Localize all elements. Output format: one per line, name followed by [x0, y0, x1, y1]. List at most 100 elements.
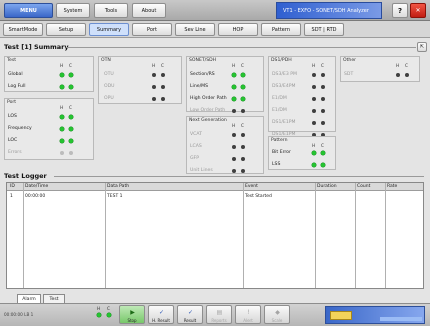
menu-button[interactable]: MENU — [4, 3, 53, 18]
col-header-c: C — [321, 63, 324, 68]
current-led — [321, 162, 325, 167]
col-header-h: H — [312, 63, 316, 68]
row-label: LCAS — [190, 144, 202, 149]
group-title-other: Other — [343, 58, 357, 63]
history-led — [232, 108, 236, 113]
row-label: E1/DM — [272, 108, 287, 113]
history-led — [60, 150, 64, 155]
logger-col-date-time[interactable]: Date/Time — [25, 184, 48, 189]
logger-col-separator — [385, 183, 386, 288]
row-label: DS3/E4PM — [272, 84, 296, 89]
row-label: Unit Lines — [190, 168, 213, 173]
expand-summary-button[interactable]: ⇱ — [417, 42, 427, 52]
logger-cell: TEST 1 — [107, 194, 123, 199]
group-title-port: Port — [7, 100, 17, 105]
logger-col-count[interactable]: Count — [357, 184, 370, 189]
logger-col-id[interactable]: ID — [10, 184, 15, 189]
tab-pattern[interactable]: Pattern — [261, 23, 301, 36]
status-button-label: Stop — [127, 318, 137, 323]
current-led — [241, 108, 245, 113]
tab-summary[interactable]: Summary — [89, 23, 129, 36]
current-led — [405, 72, 409, 77]
group-title-pattern: Pattern — [271, 138, 288, 143]
tab-hop[interactable]: HOP — [218, 23, 258, 36]
current-led — [321, 84, 325, 89]
row-label: Errors — [8, 150, 22, 155]
current-led — [241, 72, 245, 77]
col-header-c: C — [241, 63, 244, 68]
row-label: LOC — [8, 138, 18, 143]
current-led — [321, 108, 325, 113]
col-header-c: C — [69, 63, 72, 68]
result-button[interactable]: ✓ Result — [177, 305, 203, 324]
current-led — [69, 138, 73, 143]
row-label: Frequency — [8, 126, 32, 131]
status-meter — [380, 317, 422, 321]
status-button-label: Reports — [211, 318, 227, 323]
history-led — [312, 72, 316, 77]
col-header-h: H — [232, 123, 236, 128]
stop-button[interactable]: ▶ Stop — [119, 305, 145, 324]
tab-test[interactable]: Test — [43, 294, 65, 303]
current-led — [241, 132, 245, 137]
tab-sev-line[interactable]: Sev Line — [175, 23, 215, 36]
help-button[interactable]: ? — [392, 3, 408, 18]
system-button[interactable]: System — [56, 3, 90, 18]
row-label: OTU — [104, 72, 114, 77]
row-label: Section/RS — [190, 72, 215, 77]
col-header-h: H — [312, 143, 316, 148]
close-button[interactable]: ✕ — [410, 3, 426, 18]
alert-button[interactable]: ! Alert — [235, 305, 261, 324]
current-led — [161, 96, 165, 101]
current-led — [69, 114, 73, 119]
logger-col-event[interactable]: Event — [245, 184, 258, 189]
row-label: E1/DM — [272, 96, 287, 101]
col-header-h: H — [152, 63, 156, 68]
status-button-label: H. Result — [152, 318, 170, 323]
group-title-nextgen: Next Generation — [189, 118, 227, 123]
current-led — [321, 96, 325, 101]
row-label: Line/MS — [190, 84, 209, 89]
tab-smartmode[interactable]: SmartMode — [3, 23, 43, 36]
h-result-button[interactable]: ✓ H. Result — [148, 305, 174, 324]
tab-port[interactable]: Port — [132, 23, 172, 36]
tab-setup[interactable]: Setup — [46, 23, 86, 36]
row-label: LOS — [8, 114, 17, 119]
group-title-sonet: SONET/SDH — [189, 58, 217, 63]
row-label: Low Order Path — [190, 108, 226, 113]
reports-button[interactable]: ▤ Reports — [206, 305, 232, 324]
logger-cell: Test Started — [245, 194, 272, 199]
logger-col-separator — [355, 183, 356, 288]
scale-button[interactable]: ◆ Scale — [264, 305, 290, 324]
current-led — [69, 150, 73, 155]
row-label: Bit Error — [272, 150, 291, 155]
logger-col-rate[interactable]: Rate — [387, 184, 397, 189]
current-led — [321, 120, 325, 125]
history-led — [312, 150, 316, 155]
logger-col-separator — [315, 183, 316, 288]
row-label: VCAT — [190, 132, 202, 137]
logger-col-separator — [105, 183, 106, 288]
current-led — [241, 168, 245, 173]
history-led — [312, 96, 316, 101]
tab-alarm[interactable]: Alarm — [17, 294, 41, 303]
history-led — [60, 138, 64, 143]
col-header-h: H — [60, 63, 64, 68]
row-label: SDT — [344, 72, 354, 77]
tab-sdt-rtd[interactable]: SDT | RTD — [304, 23, 344, 36]
status-button-label: Alert — [243, 318, 253, 323]
status-button-label: Scale — [271, 318, 283, 323]
col-header-c: C — [321, 143, 324, 148]
tools-button[interactable]: Tools — [94, 3, 128, 18]
help-icon: ? — [397, 6, 403, 15]
close-icon: ✕ — [415, 7, 421, 14]
about-button[interactable]: About — [132, 3, 166, 18]
logger-table[interactable]: ID Date/Time Data Path Event Duration Count Ra… — [6, 182, 424, 289]
h-result-icon: ✓ — [158, 309, 165, 316]
logger-col-data-path[interactable]: Data Path — [107, 184, 129, 189]
col-header-c: C — [405, 63, 408, 68]
stop-icon: ▶ — [130, 309, 135, 316]
col-header-c: C — [69, 105, 72, 110]
logger-col-duration[interactable]: Duration — [317, 184, 337, 189]
status-led-h — [97, 313, 101, 317]
